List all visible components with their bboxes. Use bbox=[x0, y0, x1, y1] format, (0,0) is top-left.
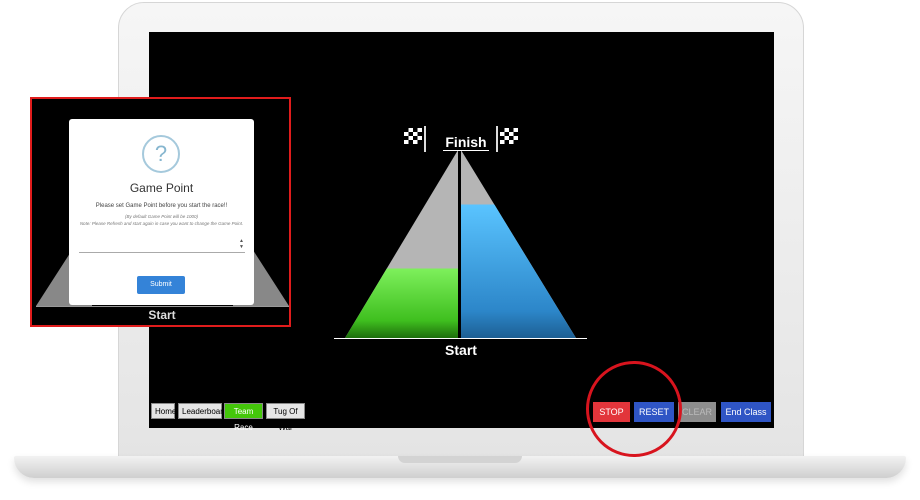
nav-team-race-button[interactable]: Team Race bbox=[224, 403, 263, 432]
modal-title: Game Point bbox=[129, 181, 194, 195]
inset-start-label: Start bbox=[148, 308, 176, 322]
submit-button[interactable]: Submit bbox=[137, 276, 185, 294]
question-icon: ? bbox=[142, 135, 180, 173]
nav-leaderboard-button[interactable]: Leaderboard bbox=[178, 403, 227, 419]
modal-default-note: (By default Game Point will be 1000) bbox=[124, 214, 199, 219]
stepper-arrows-icon[interactable]: ▲ ▼ bbox=[239, 238, 244, 250]
nav-tug-of-war-button[interactable]: Tug Of War bbox=[266, 403, 305, 432]
modal-message: Please set Game Point before you start t… bbox=[95, 203, 228, 209]
finish-label: Finish bbox=[443, 134, 489, 151]
nav-home-button[interactable]: Home bbox=[151, 403, 176, 419]
track-divider bbox=[458, 150, 461, 338]
blue-team-progress bbox=[461, 204, 576, 338]
modal-refresh-note: Note: Please Refresh and start again in … bbox=[79, 221, 244, 226]
checkered-flag-left-icon bbox=[404, 126, 426, 152]
clear-button[interactable]: CLEAR bbox=[678, 402, 716, 422]
checkered-flag-right-icon bbox=[496, 126, 518, 152]
zoom-inset: Start ? Game Point Please set Game Point… bbox=[30, 97, 291, 327]
controls-highlight-circle bbox=[586, 361, 682, 457]
green-team-progress bbox=[345, 268, 458, 338]
game-point-modal: ? Game Point Please set Game Point befor… bbox=[69, 119, 254, 305]
start-line bbox=[334, 338, 587, 339]
end-class-button[interactable]: End Class bbox=[721, 402, 771, 422]
inset-start-line bbox=[36, 306, 289, 307]
game-point-input[interactable] bbox=[79, 237, 245, 253]
start-label: Start bbox=[445, 342, 477, 358]
modal-notes: (By default Game Point will be 1000) Not… bbox=[77, 213, 246, 227]
